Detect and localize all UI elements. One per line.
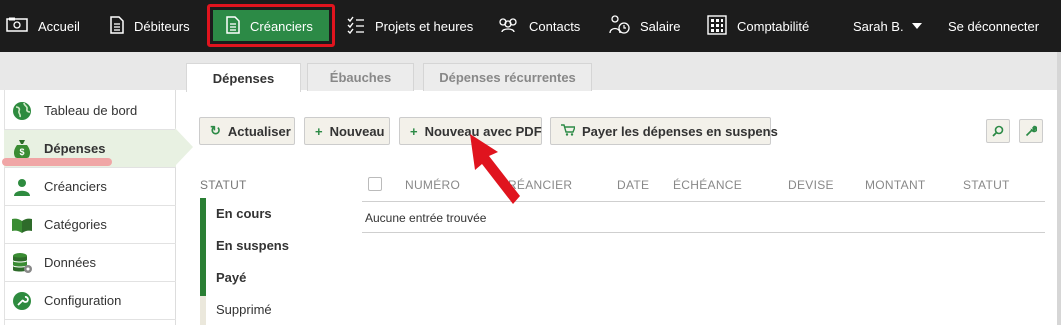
tab-label: Ébauches	[329, 70, 392, 85]
nav-item-salaire[interactable]: Salaire	[608, 0, 680, 52]
button-label: Payer les dépenses en suspens	[582, 123, 778, 139]
filter-en-suspens[interactable]: En suspens	[216, 238, 289, 253]
checklist-icon	[347, 16, 365, 37]
wrench-icon	[1025, 125, 1037, 137]
tab-depenses-recurrentes[interactable]: Dépenses récurrentes	[423, 63, 592, 91]
user-name: Sarah B.	[853, 18, 904, 34]
nav-item-debiteurs[interactable]: Débiteurs	[110, 0, 190, 52]
refresh-icon: ↻	[210, 123, 221, 138]
scrollbar[interactable]	[1057, 52, 1061, 325]
people-icon	[497, 17, 519, 36]
search-icon	[992, 125, 1004, 137]
sidebar-item-label: Créanciers	[44, 179, 107, 194]
sidebar-item-label: Dépenses	[44, 141, 106, 156]
nav-item-comptabilite[interactable]: Comptabilité	[707, 0, 809, 52]
table-row-divider	[362, 232, 1045, 233]
svg-text:$: $	[19, 147, 24, 157]
money-bag-icon: $	[11, 139, 33, 159]
plus-icon: +	[315, 123, 323, 139]
wrench-icon	[11, 291, 33, 311]
column-header-date[interactable]: DATE	[617, 178, 649, 192]
active-indicator	[175, 128, 193, 166]
cart-icon	[561, 123, 577, 139]
person-icon	[11, 177, 33, 197]
logout-link[interactable]: Se déconnecter	[948, 0, 1039, 52]
home-icon	[6, 17, 28, 36]
column-header-montant[interactable]: MONTANT	[865, 178, 926, 192]
user-menu[interactable]: Sarah B.	[853, 0, 922, 52]
nav-item-label: Accueil	[38, 18, 80, 34]
database-icon	[11, 252, 33, 273]
nav-item-label: Débiteurs	[134, 18, 190, 34]
nav-item-accueil[interactable]: Accueil	[6, 0, 80, 52]
nav-item-label: Comptabilité	[737, 18, 810, 34]
calculator-icon	[707, 14, 727, 38]
nav-item-creanciers[interactable]: Créanciers	[226, 0, 313, 52]
filter-supprime[interactable]: Supprimé	[216, 302, 272, 317]
document-icon	[226, 15, 240, 37]
nav-item-label: Contacts	[529, 18, 581, 34]
sidebar-item-categories[interactable]: Catégories	[4, 206, 176, 244]
sidebar-item-configuration[interactable]: Configuration	[4, 282, 176, 320]
plus-icon: +	[410, 123, 418, 139]
filter-indicator-bar	[200, 198, 206, 296]
nav-item-label: Projets et heures	[375, 18, 474, 34]
settings-button[interactable]	[1019, 119, 1043, 143]
tab-label: Dépenses	[212, 70, 275, 86]
button-label: Nouveau	[329, 123, 385, 139]
chevron-down-icon	[911, 23, 922, 29]
document-icon	[110, 15, 124, 37]
filter-paye[interactable]: Payé	[216, 270, 246, 285]
column-header-statut[interactable]: STATUT	[963, 178, 1010, 192]
tab-depenses[interactable]: Dépenses	[186, 63, 301, 92]
column-header-echeance[interactable]: ÉCHÉANCE	[673, 178, 742, 192]
filter-indicator-bar-light	[200, 296, 206, 325]
globe-icon	[11, 101, 33, 121]
logout-label: Se déconnecter	[948, 18, 1040, 34]
filter-en-cours[interactable]: En cours	[216, 206, 272, 221]
tab-label: Dépenses récurrentes	[439, 70, 576, 85]
sidebar-item-label: Données	[44, 255, 97, 270]
filter-title: STATUT	[200, 178, 247, 192]
tab-ebauches[interactable]: Ébauches	[307, 63, 414, 91]
new-button[interactable]: + Nouveau	[304, 117, 390, 145]
nav-item-label: Créanciers	[250, 18, 313, 34]
column-header-devise[interactable]: DEVISE	[788, 178, 834, 192]
sidebar-item-donnees[interactable]: Données	[4, 244, 176, 282]
sidebar-item-label: Tableau de bord	[44, 103, 138, 118]
pay-pending-button[interactable]: Payer les dépenses en suspens	[550, 117, 778, 145]
nav-item-projets[interactable]: Projets et heures	[347, 0, 473, 52]
highlight-underline	[2, 158, 112, 166]
column-header-numero[interactable]: NUMÉRO	[405, 178, 460, 192]
nav-item-contacts[interactable]: Contacts	[497, 0, 580, 52]
sidebar-item-label: Catégories	[44, 217, 107, 232]
select-all-checkbox[interactable]	[368, 177, 382, 191]
book-icon	[11, 215, 33, 235]
refresh-button[interactable]: ↻ Actualiser	[199, 117, 295, 145]
nav-item-label: Salaire	[640, 18, 681, 34]
search-button[interactable]	[986, 119, 1010, 143]
sidebar-item-tableau-de-bord[interactable]: Tableau de bord	[4, 92, 176, 130]
button-label: Actualiser	[227, 123, 291, 139]
sidebar-item-label: Configuration	[44, 293, 122, 308]
sidebar-item-creanciers[interactable]: Créanciers	[4, 168, 176, 206]
payroll-icon	[608, 14, 630, 38]
annotation-arrow	[470, 134, 520, 204]
